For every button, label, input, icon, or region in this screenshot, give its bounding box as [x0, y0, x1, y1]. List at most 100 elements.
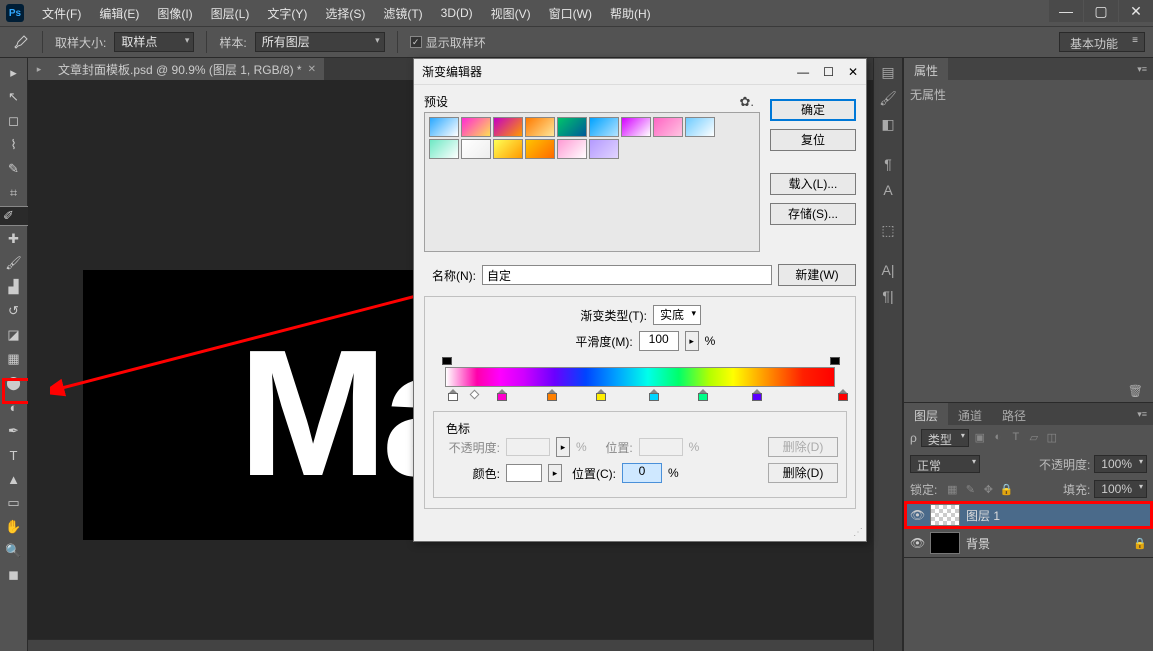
- filter-shape-icon[interactable]: ▱: [1027, 431, 1041, 445]
- move-tool[interactable]: ↖: [2, 86, 26, 108]
- dialog-maximize-icon[interactable]: ☐: [823, 65, 834, 79]
- maximize-button[interactable]: ▢: [1084, 0, 1118, 22]
- gradient-preset[interactable]: [557, 139, 587, 159]
- lasso-tool[interactable]: ⌇: [2, 134, 26, 156]
- properties-tab[interactable]: 属性: [904, 58, 948, 80]
- workspace-switcher[interactable]: 基本功能: [1059, 32, 1145, 52]
- grad-type-select[interactable]: 实底: [653, 305, 701, 325]
- history-brush-tool[interactable]: ↺: [2, 300, 26, 322]
- menu-item[interactable]: 3D(D): [433, 2, 481, 24]
- gradient-preset[interactable]: [621, 117, 651, 137]
- opacity-stop-right[interactable]: [829, 357, 839, 365]
- opacity-stop-left[interactable]: [441, 357, 451, 365]
- layers-panel-menu-icon[interactable]: ▾≡: [1036, 403, 1153, 425]
- crop-tool[interactable]: ⌗: [2, 182, 26, 204]
- channels-tab[interactable]: 通道: [948, 403, 992, 425]
- gradient-bar[interactable]: [445, 367, 835, 387]
- eraser-tool[interactable]: ◪: [2, 324, 26, 346]
- resize-grip-icon[interactable]: ⋰: [853, 527, 863, 538]
- layer-row-background[interactable]: 👁 背景 🔒: [904, 529, 1153, 557]
- dialog-close-icon[interactable]: ✕: [848, 65, 858, 79]
- marquee-tool[interactable]: ◻: [2, 110, 26, 132]
- menu-item[interactable]: 图层(L): [203, 1, 258, 26]
- zoom-tool[interactable]: 🔍: [2, 540, 26, 562]
- foreground-background-colors[interactable]: ◼: [2, 564, 26, 586]
- toolbox-toggle[interactable]: ▸: [2, 62, 26, 84]
- gradient-preset[interactable]: [685, 117, 715, 137]
- new-button[interactable]: 新建(W): [778, 264, 856, 286]
- gradient-preset[interactable]: [461, 139, 491, 159]
- color-stop[interactable]: [547, 389, 557, 399]
- fill-value[interactable]: 100%: [1094, 480, 1147, 498]
- menu-item[interactable]: 帮助(H): [602, 1, 659, 26]
- color-stop[interactable]: [448, 389, 458, 399]
- color-stop[interactable]: [752, 389, 762, 399]
- panel-menu-icon[interactable]: ▾≡: [948, 58, 1153, 80]
- gear-icon[interactable]: ✿.: [739, 94, 754, 110]
- menu-item[interactable]: 图像(I): [149, 1, 200, 26]
- lock-all-icon[interactable]: 🔒: [999, 483, 1013, 496]
- color-stop[interactable]: [649, 389, 659, 399]
- menu-item[interactable]: 编辑(E): [91, 1, 147, 26]
- close-button[interactable]: ✕: [1119, 0, 1153, 22]
- sample-size-select[interactable]: 取样点: [114, 32, 194, 52]
- stop-location-input[interactable]: 0: [622, 463, 662, 483]
- opacity-value[interactable]: 100%: [1094, 455, 1147, 473]
- filter-adjust-icon[interactable]: ◐: [991, 431, 1005, 445]
- bottom-collapse-bar[interactable]: [28, 639, 873, 651]
- trash-icon[interactable]: 🗑: [1128, 384, 1143, 398]
- close-tab-icon[interactable]: ✕: [308, 64, 316, 75]
- load-button[interactable]: 载入(L)...: [770, 173, 856, 195]
- delete-color-stop-button[interactable]: 删除(D): [768, 463, 838, 483]
- gradient-name-input[interactable]: [482, 265, 772, 285]
- shape-tool[interactable]: ▭: [2, 492, 26, 514]
- gradient-preset[interactable]: [429, 117, 459, 137]
- menu-item[interactable]: 视图(V): [483, 1, 539, 26]
- character-panel-icon[interactable]: A: [879, 182, 897, 198]
- gradient-preset[interactable]: [493, 139, 523, 159]
- pen-tool[interactable]: ✒: [2, 420, 26, 442]
- filter-type-icon[interactable]: T: [1009, 431, 1023, 445]
- gradient-preset[interactable]: [653, 117, 683, 137]
- smoothness-input[interactable]: 100: [639, 331, 679, 351]
- color-stop[interactable]: [596, 389, 606, 399]
- hand-tool[interactable]: ✋: [2, 516, 26, 538]
- menu-item[interactable]: 选择(S): [317, 1, 373, 26]
- type-tool[interactable]: T: [2, 444, 26, 466]
- gradient-preset[interactable]: [557, 117, 587, 137]
- blend-mode-select[interactable]: 正常: [910, 455, 980, 473]
- lock-position-icon[interactable]: ✥: [981, 483, 995, 496]
- gradient-ramp[interactable]: [435, 357, 845, 405]
- ok-button[interactable]: 确定: [770, 99, 856, 121]
- color-stop[interactable]: [838, 389, 848, 399]
- visibility-icon[interactable]: 👁: [910, 536, 924, 550]
- gradient-preset[interactable]: [525, 139, 555, 159]
- minimize-button[interactable]: —: [1049, 0, 1083, 22]
- lock-pixels-icon[interactable]: ▦: [945, 483, 959, 496]
- quick-select-tool[interactable]: ✎: [2, 158, 26, 180]
- reset-button[interactable]: 复位: [770, 129, 856, 151]
- stop-color-swatch[interactable]: [506, 464, 542, 482]
- menu-item[interactable]: 文件(F): [34, 1, 89, 26]
- dialog-minimize-icon[interactable]: —: [797, 65, 809, 79]
- tab-bar-toggle[interactable]: ▸: [28, 58, 50, 80]
- para-style-panel-icon[interactable]: ¶|: [879, 288, 897, 304]
- color-stop[interactable]: [698, 389, 708, 399]
- brush-panel-icon[interactable]: 🖌: [879, 90, 897, 106]
- color-stop[interactable]: [497, 389, 507, 399]
- paragraph-panel-icon[interactable]: ¶: [879, 156, 897, 172]
- path-select-tool[interactable]: ▲: [2, 468, 26, 490]
- filter-image-icon[interactable]: ▣: [973, 431, 987, 445]
- save-button[interactable]: 存储(S)...: [770, 203, 856, 225]
- paths-tab[interactable]: 路径: [992, 403, 1036, 425]
- show-sampling-ring-checkbox[interactable]: ✓ 显示取样环: [410, 34, 486, 51]
- brush-tool[interactable]: 🖌: [2, 252, 26, 274]
- visibility-icon[interactable]: 👁: [910, 508, 924, 522]
- gradient-preset[interactable]: [525, 117, 555, 137]
- dialog-titlebar[interactable]: 渐变编辑器 — ☐ ✕: [414, 59, 866, 85]
- menu-item[interactable]: 滤镜(T): [375, 1, 430, 26]
- gradient-preset[interactable]: [461, 117, 491, 137]
- smoothness-stepper[interactable]: ▸: [685, 331, 699, 351]
- stop-color-menu[interactable]: ▸: [548, 464, 562, 482]
- gradient-preset[interactable]: [493, 117, 523, 137]
